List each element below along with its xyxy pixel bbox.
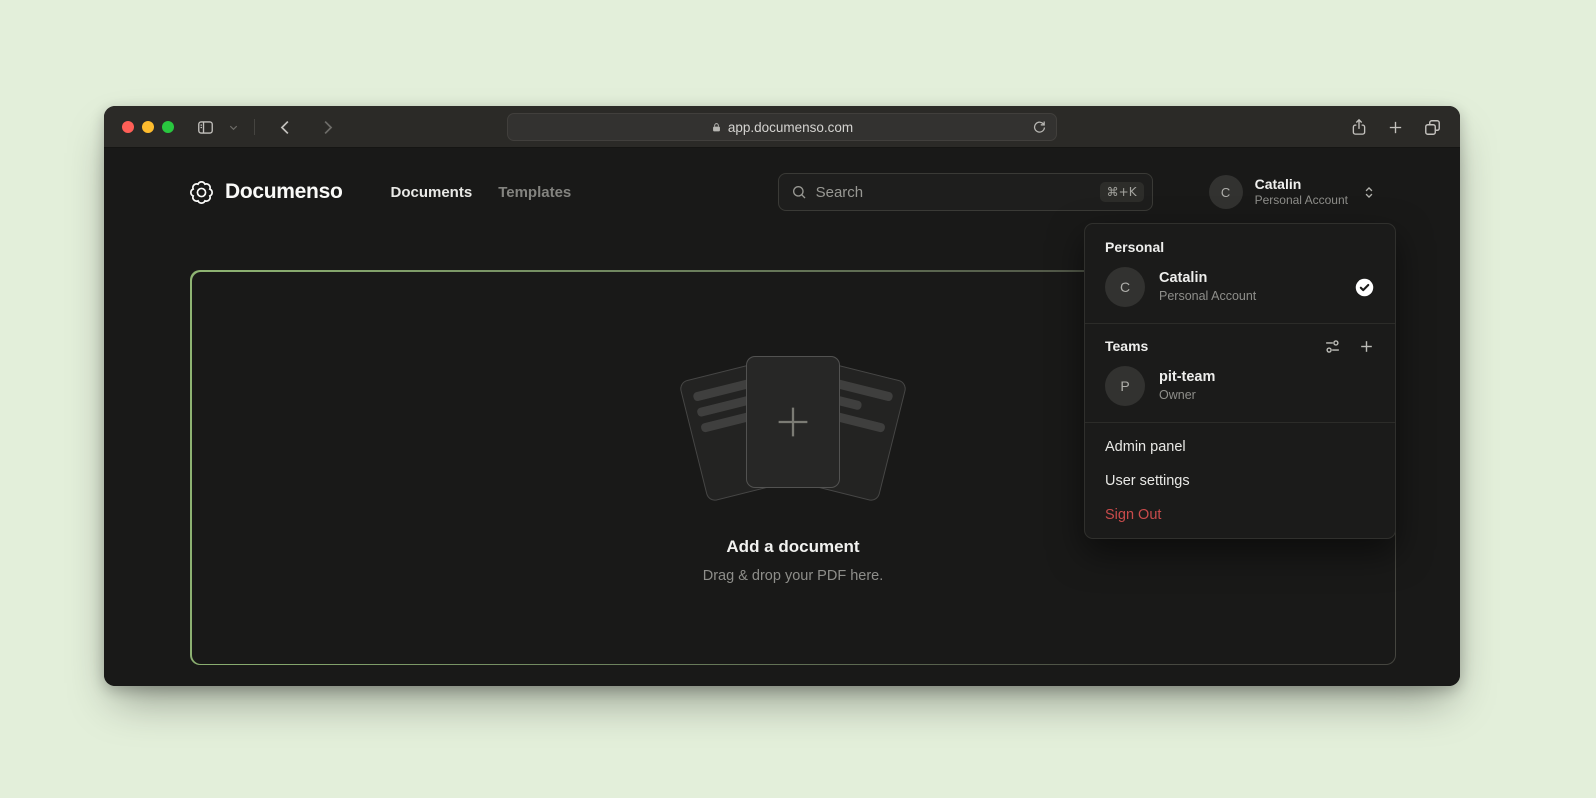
document-stack-illustration: [668, 351, 918, 509]
new-tab-plus-icon[interactable]: [1387, 119, 1404, 136]
menu-divider: [1085, 422, 1395, 423]
search-input[interactable]: [816, 184, 1091, 201]
menu-item-user-settings[interactable]: User settings: [1085, 464, 1395, 498]
zoom-window-button[interactable]: [162, 121, 174, 133]
team-item-pit-team[interactable]: P pit-team Owner: [1097, 359, 1383, 413]
menu-divider: [1085, 323, 1395, 324]
search-bar[interactable]: ⌘+K: [778, 173, 1153, 211]
brand-home-link[interactable]: Documenso: [188, 179, 343, 206]
documenso-logo-icon: [188, 179, 215, 206]
personal-account-avatar: C: [1105, 267, 1145, 307]
team-role: Owner: [1159, 387, 1215, 403]
tab-overview-icon[interactable]: [1423, 118, 1442, 137]
search-shortcut-badge: ⌘+K: [1100, 182, 1144, 202]
account-menu-trigger[interactable]: C Catalin Personal Account: [1209, 175, 1376, 209]
personal-account-subtitle: Personal Account: [1159, 288, 1256, 304]
account-subtitle: Personal Account: [1255, 193, 1348, 208]
minimize-window-button[interactable]: [142, 121, 154, 133]
manage-teams-icon[interactable]: [1324, 338, 1341, 355]
page-content: Documenso Documents Templates ⌘+K C Cata…: [104, 148, 1460, 686]
personal-account-item[interactable]: C Catalin Personal Account: [1097, 260, 1383, 314]
back-button-icon[interactable]: [276, 118, 295, 137]
tls-lock-icon: [711, 121, 722, 134]
team-name: pit-team: [1159, 368, 1215, 387]
account-avatar[interactable]: C: [1209, 175, 1243, 209]
primary-nav: Documents Templates: [391, 184, 572, 201]
stack-card-center: [746, 356, 840, 488]
reload-icon[interactable]: [1031, 119, 1048, 136]
add-plus-icon: [770, 399, 816, 445]
personal-section-label: Personal: [1097, 234, 1383, 260]
chevrons-up-down-icon[interactable]: [1362, 185, 1376, 200]
forward-button-icon[interactable]: [318, 118, 337, 137]
nav-item-templates[interactable]: Templates: [498, 184, 571, 201]
url-text[interactable]: app.documenso.com: [728, 120, 853, 135]
address-bar[interactable]: app.documenso.com: [507, 113, 1057, 141]
account-meta[interactable]: Catalin Personal Account: [1255, 176, 1348, 209]
browser-toolbar: app.documenso.com: [104, 106, 1460, 148]
share-icon[interactable]: [1350, 117, 1368, 137]
menu-item-sign-out[interactable]: Sign Out: [1085, 498, 1395, 532]
sidebar-toggle-icon[interactable]: [196, 118, 215, 137]
team-avatar: P: [1105, 366, 1145, 406]
search-icon: [791, 184, 807, 200]
dropzone-subtitle: Drag & drop your PDF here.: [703, 568, 884, 584]
browser-window: app.documenso.com: [104, 106, 1460, 686]
account-name: Catalin: [1255, 176, 1348, 194]
brand-name: Documenso: [225, 180, 343, 204]
toolbar-divider: [254, 119, 255, 135]
account-dropdown-menu: Personal C Catalin Personal Account: [1084, 223, 1396, 539]
teams-section-label: Teams: [1097, 333, 1156, 359]
sidebar-chevron-down-icon[interactable]: [228, 122, 239, 133]
menu-item-admin-panel[interactable]: Admin panel: [1085, 430, 1395, 464]
add-team-plus-icon[interactable]: [1358, 338, 1375, 355]
dropzone-title: Add a document: [726, 537, 859, 557]
traffic-lights: [122, 121, 174, 133]
nav-item-documents[interactable]: Documents: [391, 184, 473, 201]
close-window-button[interactable]: [122, 121, 134, 133]
personal-account-name: Catalin: [1159, 269, 1256, 288]
selected-check-icon: [1354, 277, 1375, 298]
